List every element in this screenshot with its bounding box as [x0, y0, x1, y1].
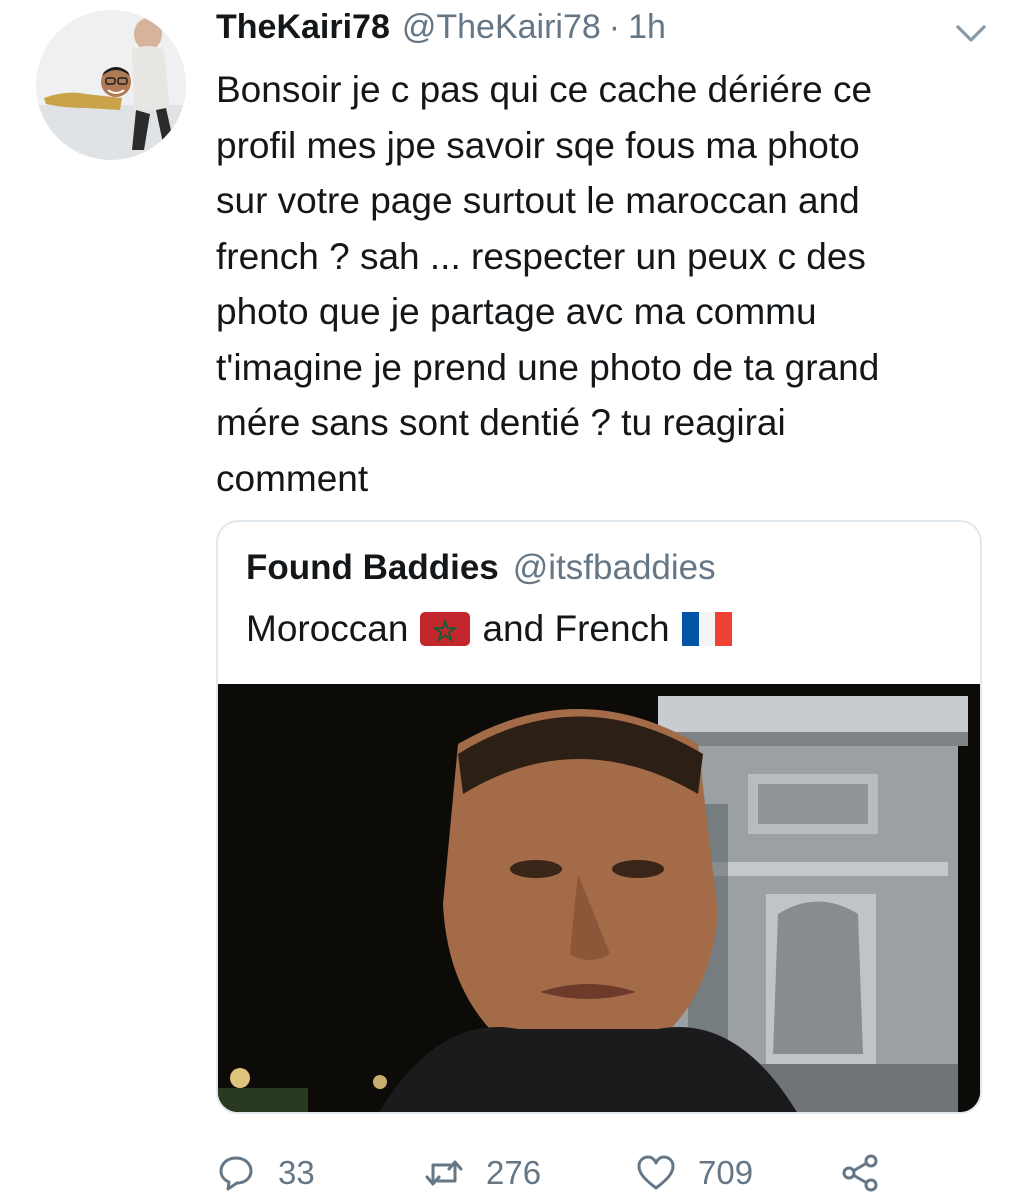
reply-icon [219, 1156, 253, 1191]
author-handle[interactable]: @TheKairi78 [402, 8, 601, 47]
retweet-icon [425, 1160, 463, 1186]
avatar-image [36, 10, 186, 160]
retweet-button[interactable]: 276 [424, 1146, 541, 1200]
author-name[interactable]: TheKairi78 [216, 8, 390, 47]
author-avatar[interactable] [36, 10, 186, 160]
like-button[interactable]: 709 [636, 1146, 753, 1200]
retweet-count: 276 [486, 1154, 542, 1191]
tweet-timestamp[interactable]: 1h [628, 8, 666, 47]
france-flag-icon [681, 612, 732, 646]
share-button[interactable] [840, 1146, 880, 1200]
quoted-text-part2: and French [482, 608, 670, 649]
quoted-tweet-photo[interactable] [218, 684, 980, 1112]
reply-count: 33 [278, 1154, 315, 1191]
like-icon [637, 1155, 675, 1190]
quoted-author-name: Found Baddies [246, 548, 499, 587]
quoted-tweet-text: Moroccan and French [246, 608, 744, 650]
chevron-down-icon[interactable] [954, 22, 988, 46]
tweet-text: Bonsoir je c pas qui ce cache dériére ce… [216, 69, 880, 499]
morocco-flag-icon [420, 612, 471, 646]
quoted-tweet-header: Found Baddies @itsfbaddies [246, 548, 716, 588]
share-icon [842, 1154, 878, 1192]
like-count: 709 [698, 1154, 754, 1191]
quoted-tweet[interactable]: Found Baddies @itsfbaddies Moroccan and … [216, 520, 982, 1114]
reply-button[interactable]: 33 [216, 1146, 315, 1200]
quoted-text-part1: Moroccan [246, 608, 409, 649]
quoted-author-handle: @itsfbaddies [512, 548, 716, 587]
tweet-actions: 33 276 709 [216, 1146, 996, 1200]
header-separator: · [608, 8, 621, 46]
tweet-header: TheKairi78 @TheKairi78 · 1h [216, 8, 978, 52]
